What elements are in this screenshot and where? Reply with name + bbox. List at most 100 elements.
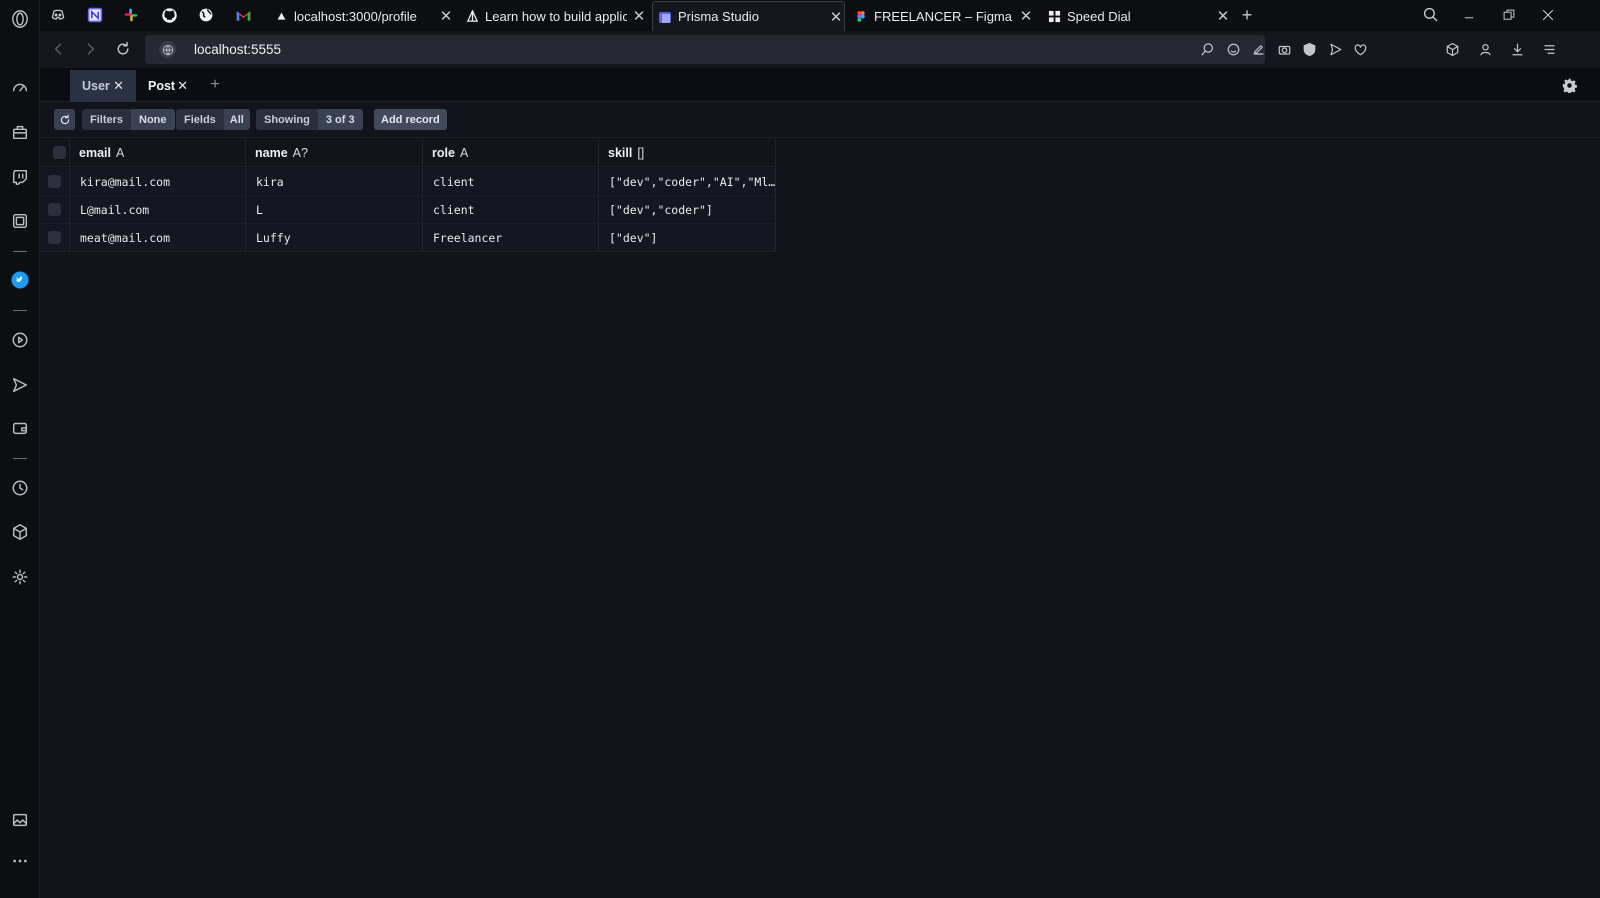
tab-speed-dial[interactable]: Speed Dial ✕ (1045, 1, 1231, 31)
filters-label: Filters (82, 109, 132, 130)
tab-figma[interactable]: FREELANCER – Figma ✕ (852, 1, 1034, 31)
column-type: A (459, 145, 469, 160)
reload-icon[interactable] (113, 39, 133, 59)
close-window-icon[interactable] (1537, 4, 1559, 26)
cell-skill[interactable]: ["dev"] (599, 224, 776, 252)
history-icon[interactable] (10, 478, 30, 498)
send-icon[interactable] (10, 375, 30, 395)
zoom-search-icon[interactable] (1198, 40, 1216, 58)
close-icon[interactable]: ✕ (438, 8, 454, 25)
download-icon[interactable] (1508, 40, 1526, 58)
shopping-icon[interactable] (10, 122, 30, 142)
column-header-skill[interactable]: skill [] (599, 139, 776, 167)
table-row[interactable]: meat@mail.com Luffy Freelancer ["dev"] (40, 224, 776, 252)
column-name: skill (608, 145, 633, 160)
filters-button[interactable]: Filters None (82, 109, 175, 130)
site-info-icon[interactable] (159, 41, 176, 58)
column-header-email[interactable]: email A (70, 139, 246, 167)
tab-prisma-studio[interactable]: Prisma Studio ✕ (652, 1, 845, 31)
cell-skill[interactable]: ["dev","coder","AI","Ml… (599, 168, 776, 196)
account-icon[interactable] (1476, 40, 1494, 58)
close-icon[interactable]: ✕ (631, 8, 647, 25)
tab-label: FREELANCER – Figma (874, 8, 1012, 24)
back-icon[interactable] (48, 39, 68, 59)
settings-gear-icon[interactable] (1560, 76, 1578, 94)
minimize-icon[interactable] (1458, 4, 1480, 26)
tab-label: Post (148, 79, 176, 93)
figma-icon (854, 9, 868, 23)
restore-icon[interactable] (1498, 4, 1520, 26)
cell-role[interactable]: Freelancer (423, 224, 599, 252)
send-to-icon[interactable] (1326, 40, 1344, 58)
fields-button[interactable]: Fields All (176, 109, 250, 130)
column-name: email (79, 145, 111, 160)
tab-label: Prisma Studio (678, 9, 759, 24)
extensions-icon[interactable] (10, 522, 30, 542)
notion-icon[interactable] (85, 5, 105, 25)
studio-toolbar: Filters None Fields All Showing 3 of 3 A… (40, 102, 1600, 138)
table-row[interactable]: kira@mail.com kira client ["dev","coder"… (40, 168, 776, 196)
vercel-icon (274, 9, 288, 23)
more-icon[interactable] (10, 851, 30, 871)
heart-icon[interactable] (1351, 40, 1369, 58)
close-icon[interactable]: ✕ (113, 78, 124, 94)
cell-email[interactable]: meat@mail.com (70, 224, 246, 252)
add-tab-button[interactable]: + (204, 74, 226, 96)
twitter-icon[interactable] (10, 270, 30, 290)
gmail-icon[interactable] (233, 5, 253, 25)
tab-learn-build[interactable]: Learn how to build applicat ✕ (461, 1, 647, 31)
discord-icon[interactable] (48, 5, 68, 25)
tab-user[interactable]: User ✕ (70, 70, 136, 102)
edit-icon[interactable] (1249, 40, 1267, 58)
settings-icon[interactable] (10, 567, 30, 587)
emoji-icon[interactable] (1224, 40, 1242, 58)
close-icon[interactable]: ✕ (177, 78, 188, 94)
table-row[interactable]: L@mail.com L client ["dev","coder"] (40, 196, 776, 224)
wallet-icon[interactable] (10, 418, 30, 438)
opera-logo-icon[interactable] (10, 9, 30, 29)
new-tab-button[interactable]: + (1236, 4, 1258, 26)
address-bar[interactable]: localhost:5555 (145, 35, 1366, 64)
row-checkbox[interactable] (40, 168, 70, 196)
fields-value: All (223, 109, 250, 130)
cube-icon[interactable] (1443, 40, 1461, 58)
github-icon[interactable] (159, 5, 179, 25)
select-all-checkbox[interactable] (40, 139, 70, 167)
row-checkbox[interactable] (40, 196, 70, 224)
column-header-role[interactable]: role A (423, 139, 599, 167)
sidebar-divider (13, 458, 27, 459)
cell-name[interactable]: Luffy (246, 224, 423, 252)
camera-icon[interactable] (1275, 40, 1293, 58)
slack-icon[interactable] (121, 5, 141, 25)
forward-icon[interactable] (81, 39, 101, 59)
showing-button[interactable]: Showing 3 of 3 (256, 109, 363, 130)
row-checkbox[interactable] (40, 224, 70, 252)
cheat-sheet-icon[interactable] (10, 211, 30, 231)
tab-localhost-profile[interactable]: localhost:3000/profile ✕ (268, 1, 454, 31)
add-record-button[interactable]: Add record (374, 109, 447, 130)
player-icon[interactable] (10, 330, 30, 350)
cell-name[interactable]: kira (246, 168, 423, 196)
column-name: role (432, 145, 455, 160)
menu-icon[interactable] (1540, 40, 1558, 58)
speed-dial-icon[interactable] (10, 78, 30, 98)
twitch-icon[interactable] (10, 167, 30, 187)
shield-icon[interactable] (1300, 40, 1318, 58)
cell-role[interactable]: client (423, 168, 599, 196)
refresh-button[interactable] (54, 109, 75, 130)
globe-icon[interactable] (196, 5, 216, 25)
close-icon[interactable]: ✕ (828, 9, 844, 26)
column-header-name[interactable]: name A? (246, 139, 423, 167)
cell-skill[interactable]: ["dev","coder"] (599, 196, 776, 224)
cell-email[interactable]: kira@mail.com (70, 168, 246, 196)
prisma-icon (658, 10, 672, 24)
tab-post[interactable]: Post ✕ (136, 70, 200, 102)
close-icon[interactable]: ✕ (1018, 8, 1034, 25)
gallery-icon[interactable] (10, 810, 30, 830)
cell-email[interactable]: L@mail.com (70, 196, 246, 224)
column-type: [] (637, 145, 645, 160)
cell-name[interactable]: L (246, 196, 423, 224)
tab-search-icon[interactable] (1420, 4, 1442, 26)
close-icon[interactable]: ✕ (1215, 8, 1231, 25)
cell-role[interactable]: client (423, 196, 599, 224)
